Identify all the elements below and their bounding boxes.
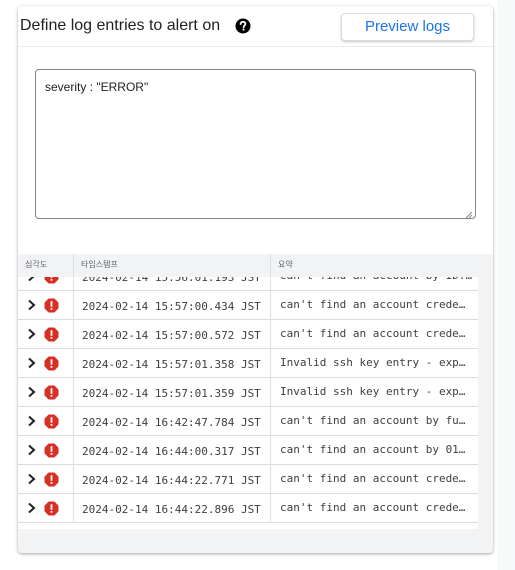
chevron-right-icon[interactable] [27,299,36,311]
column-header-timestamp[interactable]: 타임스탬프 [74,254,271,277]
table-row[interactable]: 2024-02-14 16:42:47.784 JST can't find a… [18,407,478,436]
log-results-table: 심각도 타임스탬프 요약 2024-02-14 15:56:01.193 JST… [18,254,493,553]
section-title: Define log entries to alert on [20,17,221,34]
table-header: 심각도 타임스탬프 요약 [18,254,493,278]
summary-cell: can't find an account crede… [280,501,466,514]
chevron-right-icon[interactable] [27,415,36,427]
table-row[interactable]: 2024-02-14 15:57:00.434 JST can't find a… [18,291,478,320]
alert-log-definition-card: Define log entries to alert on Preview l… [18,6,493,553]
column-header-severity[interactable]: 심각도 [18,254,74,277]
summary-cell: Invalid ssh key entry - exp… [280,385,466,398]
chevron-right-icon[interactable] [27,357,36,369]
column-header-summary[interactable]: 요약 [271,254,493,277]
table-row[interactable]: 2024-02-14 16:44:22.896 JST can't find a… [18,494,478,523]
error-icon [44,356,59,371]
table-rows: 2024-02-14 15:56:01.193 JST can't find a… [18,277,478,523]
timestamp-cell: 2024-02-14 16:44:22.896 JST [74,494,271,522]
severity-cell [18,436,74,464]
preview-logs-button[interactable]: Preview logs [341,13,474,41]
timestamp-cell: 2024-02-14 15:57:01.359 JST [74,378,271,406]
error-icon [44,327,59,342]
summary-cell: can't find an account by fu… [280,414,466,427]
chevron-right-icon[interactable] [27,444,36,456]
chevron-right-icon[interactable] [27,386,36,398]
timestamp-cell: 2024-02-14 15:57:00.434 JST [74,291,271,319]
log-query-input[interactable]: severity : "ERROR" [35,69,476,219]
summary-cell: can't find an account by 01… [280,443,466,456]
severity-cell [18,320,74,348]
severity-cell [18,277,74,290]
resize-handle-icon[interactable] [465,208,473,219]
summary-cell: Invalid ssh key entry - exp… [280,356,466,369]
error-icon [44,385,59,400]
table-row[interactable]: 2024-02-14 15:56:01.193 JST can't find a… [18,277,478,291]
severity-cell [18,407,74,435]
table-row[interactable]: 2024-02-14 15:57:01.359 JST Invalid ssh … [18,378,478,407]
table-row[interactable]: 2024-02-14 16:44:00.317 JST can't find a… [18,436,478,465]
error-icon [44,472,59,487]
summary-cell: can't find an account by ID... [271,277,478,290]
timestamp-cell: 2024-02-14 16:44:22.771 JST [74,465,271,493]
summary-cell: can't find an account crede… [280,472,466,485]
card-header: Define log entries to alert on Preview l… [18,6,493,47]
timestamp-cell: 2024-02-14 16:44:00.317 JST [74,436,271,464]
error-icon [44,443,59,458]
chevron-right-icon[interactable] [27,473,36,485]
chevron-right-icon[interactable] [27,277,36,282]
summary-cell: can't find an account crede… [280,327,466,340]
horizontal-scroll-track[interactable] [18,529,493,553]
error-icon [44,501,59,516]
timestamp-cell: 2024-02-14 15:56:01.193 JST [74,277,271,290]
summary-cell: can't find an account crede… [280,298,466,311]
severity-cell [18,378,74,406]
severity-cell [18,465,74,493]
page-scrollbar[interactable] [497,0,515,570]
chevron-right-icon[interactable] [27,328,36,340]
error-icon [44,298,59,313]
table-row[interactable]: 2024-02-14 15:57:00.572 JST can't find a… [18,320,478,349]
table-scrollbar[interactable] [478,277,493,553]
table-row[interactable]: 2024-02-14 15:57:01.358 JST Invalid ssh … [18,349,478,378]
error-icon [44,277,59,284]
chevron-right-icon[interactable] [27,502,36,514]
error-icon [44,414,59,429]
timestamp-cell: 2024-02-14 15:57:01.358 JST [74,349,271,377]
timestamp-cell: 2024-02-14 16:42:47.784 JST [74,407,271,435]
table-body: 2024-02-14 15:56:01.193 JST can't find a… [18,277,478,529]
help-icon[interactable] [235,18,251,34]
timestamp-cell: 2024-02-14 15:57:00.572 JST [74,320,271,348]
severity-cell [18,349,74,377]
query-text: severity : "ERROR" [45,80,149,94]
severity-cell [18,291,74,319]
table-row[interactable]: 2024-02-14 16:44:22.771 JST can't find a… [18,465,478,494]
severity-cell [18,494,74,522]
